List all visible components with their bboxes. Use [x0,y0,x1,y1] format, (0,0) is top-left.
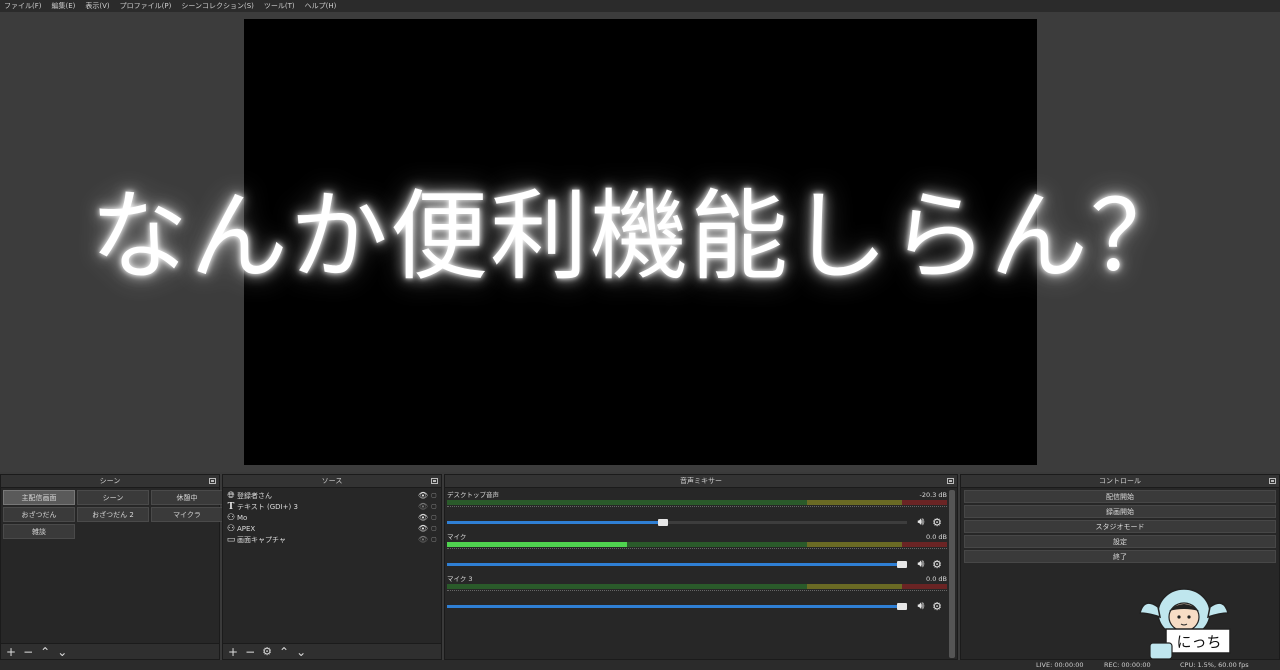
add-icon[interactable]: + [228,644,238,660]
start-recording-button[interactable]: 録画開始 [964,505,1276,518]
gear-icon[interactable]: ⚙ [929,558,945,571]
menu-bar: ファイル(F) 編集(E) 表示(V) プロファイル(P) シーンコレクション(… [0,0,1280,12]
headline-overlay: なんか便利機能しらん？ [0,168,1280,294]
visibility-eye-icon[interactable]: 👁︎ [417,524,429,533]
speaker-icon[interactable]: 🔊︎ [913,599,929,613]
sources-dock-title: ソース [223,475,441,488]
headline-text: なんか便利機能しらん？ [89,180,1190,294]
scene-button-break[interactable]: 休憩中 [151,490,223,505]
scene-button-chat[interactable]: 雑談 [3,524,75,539]
source-item[interactable]: 🌐︎ 登録者さん 👁︎ ▢ [225,490,439,501]
mascot-label: にっち [1176,633,1222,651]
lock-icon[interactable]: ▢ [429,514,439,521]
volume-meter [447,542,947,547]
monitor-icon: ▭ [226,534,236,545]
speaker-icon[interactable]: 🔊︎ [913,515,929,529]
move-up-icon[interactable]: ⌃ [279,644,289,660]
remove-icon[interactable]: − [245,644,255,660]
globe-icon: 🌐︎ [227,490,235,501]
menu-scene-collection[interactable]: シーンコレクション(S) [181,0,254,12]
channel-db: 0.0 dB [926,533,947,541]
menu-profile[interactable]: プロファイル(P) [120,0,172,12]
channel-name: マイク [447,533,467,541]
channel-name: マイク 3 [447,575,473,583]
move-up-icon[interactable]: ⌃ [40,644,50,660]
channel-name: デスクトップ音声 [447,491,499,499]
scene-button-zatsudan[interactable]: おざつだん [3,507,75,522]
scenes-dock-title: シーン [1,475,219,488]
gear-icon[interactable]: ⚙ [929,516,945,529]
live-status: LIVE: 00:00:00 [1036,661,1084,669]
gear-icon[interactable]: ⚙ [929,600,945,613]
volume-meter [447,584,947,589]
undock-icon[interactable] [209,478,216,484]
studio-mode-button[interactable]: スタジオモード [964,520,1276,533]
mixer-channel: マイク 3 0.0 dB 🔊︎ ⚙ [447,575,947,615]
visibility-eye-icon[interactable]: 👁︎ [417,491,429,500]
scenes-toolbar: + − ⌃ ⌄ [1,643,219,659]
lock-icon[interactable]: ▢ [429,525,439,532]
menu-help[interactable]: ヘルプ(H) [305,0,337,12]
status-bar: LIVE: 00:00:00 REC: 00:00:00 CPU: 1.5%, … [0,660,1280,670]
audio-mixer-dock: 音声ミキサー デスクトップ音声 -20.3 dB 🔊︎ ⚙ マイク 0.0 dB [444,474,958,660]
undock-icon[interactable] [947,478,954,484]
mixer-scrollbar[interactable] [949,490,955,658]
volume-slider[interactable] [447,518,907,526]
scene-button-zatsudan-2[interactable]: おざつだん 2 [77,507,149,522]
scenes-dock: シーン 主配信画面 シーン 休憩中 おざつだん おざつだん 2 マイクラ 雑談 … [0,474,223,660]
speaker-icon[interactable]: 🔊︎ [913,557,929,571]
mixer-dock-title: 音声ミキサー [445,475,957,488]
menu-tools[interactable]: ツール(T) [264,0,295,12]
menu-edit[interactable]: 編集(E) [52,0,76,12]
scene-grid: 主配信画面 シーン 休憩中 おざつだん おざつだん 2 マイクラ 雑談 [1,488,223,541]
settings-button[interactable]: 設定 [964,535,1276,548]
undock-icon[interactable] [1269,478,1276,484]
source-item[interactable]: ▭ 画面キャプチャ 👁︎ ▢ [225,534,439,545]
controls-dock-title: コントロール [961,475,1279,488]
move-down-icon[interactable]: ⌄ [57,644,67,660]
scene-button-scene[interactable]: シーン [77,490,149,505]
start-streaming-button[interactable]: 配信開始 [964,490,1276,503]
volume-slider[interactable] [447,560,907,568]
mascot-illustration: にっち [1138,587,1234,665]
sources-toolbar: + − ⚙ ⌃ ⌄ [223,643,441,659]
scene-button-main[interactable]: 主配信画面 [3,490,75,505]
volume-meter [447,500,947,505]
move-down-icon[interactable]: ⌄ [296,644,306,660]
source-list: 🌐︎ 登録者さん 👁︎ ▢ T テキスト (GDI+) 3 👁︎ ▢ ⚇ Mo … [223,488,441,547]
mixer-channel: マイク 0.0 dB 🔊︎ ⚙ [447,533,947,573]
mixer-channel: デスクトップ音声 -20.3 dB 🔊︎ ⚙ [447,491,947,531]
text-icon: T [227,501,235,512]
source-item[interactable]: ⚇ APEX 👁︎ ▢ [225,523,439,534]
add-icon[interactable]: + [6,644,16,660]
sources-dock: ソース 🌐︎ 登録者さん 👁︎ ▢ T テキスト (GDI+) 3 👁︎ ▢ ⚇… [222,474,442,660]
camera-icon: ⚇ [226,512,236,523]
lock-icon[interactable]: ▢ [429,492,439,499]
undock-icon[interactable] [431,478,438,484]
channel-db: 0.0 dB [926,575,947,583]
source-item[interactable]: ⚇ Mo 👁︎ ▢ [225,512,439,523]
camera-icon: ⚇ [226,523,236,534]
lock-icon[interactable]: ▢ [429,536,439,543]
mascot-graphic [1139,588,1231,660]
visibility-eye-icon[interactable]: 👁︎ [417,502,429,511]
menu-file[interactable]: ファイル(F) [4,0,42,12]
visibility-eye-icon[interactable]: 👁︎ [417,513,429,522]
volume-slider[interactable] [447,602,907,610]
exit-button[interactable]: 終了 [964,550,1276,563]
scene-button-minecraft[interactable]: マイクラ [151,507,223,522]
control-buttons: 配信開始 録画開始 スタジオモード 設定 終了 [961,488,1279,567]
gear-icon[interactable]: ⚙ [262,644,272,660]
visibility-eye-icon[interactable]: 👁︎ [417,535,429,544]
source-item[interactable]: T テキスト (GDI+) 3 👁︎ ▢ [225,501,439,512]
remove-icon[interactable]: − [23,644,33,660]
channel-db: -20.3 dB [919,491,947,499]
lock-icon[interactable]: ▢ [429,503,439,510]
menu-view[interactable]: 表示(V) [85,0,109,12]
